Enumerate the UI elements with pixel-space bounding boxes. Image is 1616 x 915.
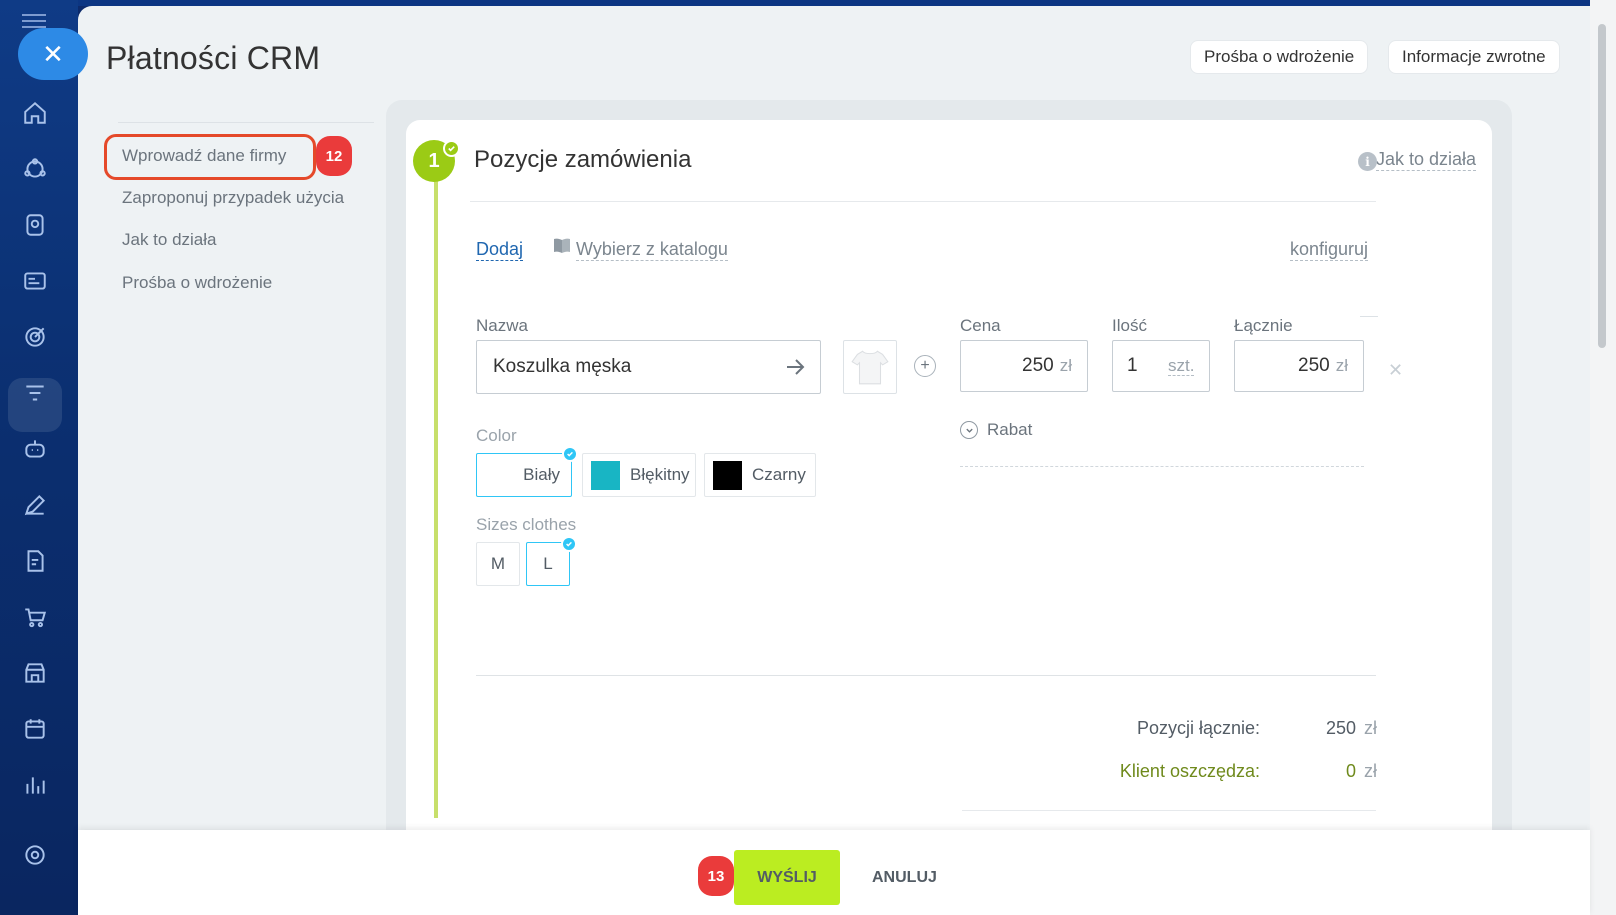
target-icon[interactable] <box>20 322 50 352</box>
color-option-black[interactable]: Czarny <box>704 453 816 497</box>
color-option-label: Czarny <box>752 465 806 484</box>
send-button[interactable]: WYŚLIJ <box>734 850 840 905</box>
size-label: Sizes clothes <box>476 515 577 534</box>
scrollbar-thumb[interactable] <box>1598 24 1606 348</box>
configure-link[interactable]: konfiguruj <box>1290 239 1369 261</box>
menu-icon[interactable] <box>22 14 46 28</box>
feedback-button[interactable]: Informacje zwrotne <box>1388 40 1560 74</box>
contacts-icon[interactable] <box>20 210 50 240</box>
quantity-label: Ilość <box>1112 316 1147 335</box>
step-badge-13: 13 <box>698 856 734 896</box>
id-card-icon[interactable] <box>20 266 50 296</box>
product-name-field[interactable]: Koszulka męska <box>476 340 821 394</box>
analytics-icon[interactable] <box>20 770 50 800</box>
price-label: Cena <box>960 316 1001 335</box>
section-divider <box>470 201 1376 202</box>
color-chip <box>713 460 742 490</box>
total-field: 250 zł <box>1234 340 1364 392</box>
items-total-value: 250 <box>1325 718 1356 738</box>
quantity-field[interactable]: 1 szt. <box>1112 340 1210 392</box>
document-icon[interactable] <box>20 546 50 576</box>
store-icon[interactable] <box>20 658 50 688</box>
size-option-m[interactable]: M <box>476 542 520 586</box>
total-value: 250 <box>1298 355 1330 376</box>
step-complete-check-icon <box>443 140 460 157</box>
color-option-light-blue[interactable]: Błękitny <box>582 453 696 497</box>
price-field[interactable]: 250 zł <box>960 340 1088 392</box>
cancel-button[interactable]: ANULUJ <box>860 850 949 905</box>
tshirt-icon <box>851 350 889 385</box>
color-option-label: Biały <box>523 465 560 484</box>
how-it-works-link[interactable]: Jak to działa <box>1375 149 1476 171</box>
implementation-request-button[interactable]: Prośba o wdrożenie <box>1190 40 1369 74</box>
step-progress-line <box>434 168 438 818</box>
color-chip <box>591 460 620 490</box>
color-option-white[interactable]: Biały <box>476 453 572 497</box>
name-label: Nazwa <box>476 316 528 335</box>
pen-icon[interactable] <box>20 490 50 520</box>
product-image-thumbnail[interactable] <box>843 340 897 394</box>
discount-divider <box>960 466 1364 467</box>
divider <box>1360 316 1378 317</box>
info-icon[interactable]: i <box>1358 152 1377 171</box>
items-divider <box>476 675 1376 676</box>
selected-check-icon <box>561 536 577 552</box>
quantity-unit-selector[interactable]: szt. <box>1168 356 1195 376</box>
quantity-value: 1 <box>1127 355 1138 376</box>
product-name-value: Koszulka męska <box>493 356 632 377</box>
discount-toggle[interactable]: Rabat <box>960 420 1032 440</box>
total-label: Łącznie <box>1234 316 1293 335</box>
section-title: Pozycje zamówienia <box>474 146 692 173</box>
workflow-icon[interactable] <box>20 154 50 184</box>
discount-label: Rabat <box>987 420 1033 439</box>
savings-label: Klient oszczędza: <box>1119 761 1260 781</box>
page-title: Płatności CRM <box>106 40 321 76</box>
savings-currency: zł <box>1364 761 1377 781</box>
left-sidebar <box>0 0 78 915</box>
add-product-link[interactable]: Dodaj <box>476 239 524 261</box>
nav-item-implementation-request[interactable]: Prośba o wdrożenie <box>122 273 272 293</box>
items-total-currency: zł <box>1364 718 1377 738</box>
funnel-icon[interactable] <box>20 378 50 408</box>
summary-divider <box>962 810 1376 811</box>
savings-value: 0 <box>1345 761 1356 781</box>
chevron-down-icon <box>960 421 978 439</box>
cart-icon[interactable] <box>20 602 50 632</box>
home-icon[interactable] <box>20 98 50 128</box>
calendar-icon[interactable] <box>20 714 50 744</box>
close-slider-button[interactable]: ✕ <box>18 28 88 80</box>
nav-item-how-it-works[interactable]: Jak to działa <box>122 230 217 250</box>
nav-item-company-data[interactable]: Wprowadź dane firmy <box>122 146 286 166</box>
price-currency: zł <box>1059 356 1072 375</box>
choose-from-catalog-link[interactable]: Wybierz z katalogu <box>576 239 728 261</box>
step-badge-12: 12 <box>316 136 352 176</box>
selected-check-icon <box>562 446 578 462</box>
color-label: Color <box>476 426 517 445</box>
arrow-right-icon[interactable] <box>784 356 806 378</box>
nav-item-use-case[interactable]: Zaproponuj przypadek użycia <box>122 188 344 208</box>
settings-icon[interactable] <box>20 840 50 870</box>
total-currency: zł <box>1335 356 1348 375</box>
add-image-button[interactable]: + <box>914 355 936 377</box>
nav-divider <box>118 122 374 123</box>
robot-icon[interactable] <box>20 434 50 464</box>
catalog-book-icon <box>554 238 570 253</box>
price-value: 250 <box>1022 355 1054 376</box>
color-option-label: Błękitny <box>630 465 690 484</box>
remove-product-icon[interactable]: ✕ <box>1388 360 1403 381</box>
items-total-label: Pozycji łącznie: <box>1136 718 1260 738</box>
